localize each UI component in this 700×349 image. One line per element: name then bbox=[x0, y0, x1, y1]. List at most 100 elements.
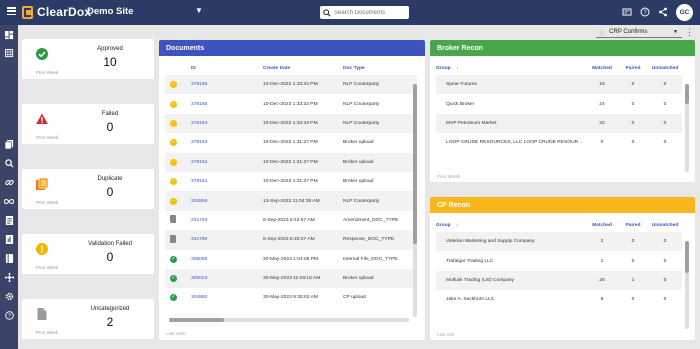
doc-type-cell: Internal File_DOC_TYPE bbox=[343, 256, 398, 262]
table-row[interactable]: Jake A. Sackhorn LLC 8 0 0 bbox=[436, 290, 682, 309]
doc-type-cell: NLP Couterparty bbox=[343, 101, 380, 107]
column-header-create-date[interactable]: Create Date bbox=[263, 62, 343, 75]
table-row[interactable]: Valerian Marketing and Supply Company 2 0 0 bbox=[436, 232, 682, 252]
caret-down-icon[interactable]: ▼ bbox=[195, 6, 203, 15]
create-date-cell: 30-May-2023 11:29:16 AM bbox=[263, 268, 343, 289]
more-options-icon[interactable]: ⋮ bbox=[685, 27, 694, 38]
search-icon[interactable] bbox=[4, 159, 14, 169]
group-header-label: Group bbox=[436, 223, 451, 228]
document-id-link[interactable]: 304982 bbox=[191, 288, 263, 307]
paired-cell: 0 bbox=[631, 297, 635, 303]
document-id-link[interactable]: 378186 bbox=[191, 75, 263, 95]
stat-card-failed[interactable]: Failed 0 Prior Week bbox=[22, 104, 154, 144]
stat-card-uncategorized[interactable]: Uncategorized 2 Prior Week bbox=[22, 299, 154, 339]
table-row[interactable]: Quick Broker 24 0 0 bbox=[436, 94, 682, 113]
news-icon[interactable] bbox=[622, 7, 632, 17]
documents-icon[interactable] bbox=[4, 140, 14, 150]
create-date-cell: 30-May-2023 9:35:02 AM bbox=[263, 295, 318, 301]
table-row[interactable]: − 378185 10-Dec-2023 1:33:33 PM NLP Couterp… bbox=[165, 94, 417, 113]
column-header-paired[interactable]: Paired bbox=[618, 219, 648, 232]
table-row[interactable]: Spear Futures 18 0 0 bbox=[436, 75, 682, 95]
table-row[interactable]: 331790 6-Sep-2023 8:40:37 AM Response_DOC_… bbox=[165, 230, 417, 250]
sort-down-icon[interactable]: ↓ bbox=[456, 66, 458, 71]
table-row[interactable]: − 378181 10-Dec-2023 1:31:27 PM Broker uplo… bbox=[165, 172, 417, 191]
cp-recon-scrollbar[interactable] bbox=[685, 241, 689, 329]
document-id-link[interactable]: 305055 bbox=[191, 250, 263, 269]
top-bar: ClearDox Demo Site ▼ ? GC bbox=[0, 0, 700, 25]
create-date-cell: 10-Dec-2023 1:31:27 PM bbox=[263, 140, 318, 146]
matched-cell: 32 bbox=[586, 113, 618, 134]
documents-vertical-scrollbar[interactable] bbox=[413, 84, 417, 317]
table-row[interactable]: − 378184 10-Dec-2023 1:33:33 PM NLP Couterp… bbox=[165, 113, 417, 134]
stat-label: Failed bbox=[101, 111, 119, 117]
column-header-unmatched[interactable]: Unmatched bbox=[648, 219, 682, 232]
avatar[interactable]: GC bbox=[676, 4, 693, 21]
table-row[interactable]: − 378183 10-Dec-2023 1:31:27 PM Broker uplo… bbox=[165, 133, 417, 152]
status-cell: − bbox=[165, 94, 191, 113]
document-id-link[interactable]: 305023 bbox=[191, 268, 263, 289]
form-icon[interactable] bbox=[4, 216, 14, 226]
network-icon[interactable] bbox=[4, 272, 14, 283]
dashboard-icon[interactable] bbox=[4, 31, 14, 41]
unmatched-cell: 0 bbox=[648, 270, 682, 291]
help-icon[interactable]: ? bbox=[640, 7, 650, 17]
search-box[interactable] bbox=[320, 6, 409, 19]
link-icon[interactable] bbox=[4, 178, 14, 188]
search-input[interactable] bbox=[334, 9, 408, 16]
column-header-paired[interactable]: Paired bbox=[618, 62, 648, 75]
book-icon[interactable] bbox=[4, 254, 14, 264]
matched-cell: 2 bbox=[586, 232, 618, 252]
broker-recon-panel: Broker Recon Group ↓ Matched Paired Unma… bbox=[430, 40, 695, 182]
document-id-link[interactable]: 331794 bbox=[191, 211, 263, 230]
broker-recon-scrollbar[interactable] bbox=[685, 84, 689, 172]
table-row[interactable]: Trafalgar Trading LLC 1 0 0 bbox=[436, 251, 682, 270]
column-header-unmatched[interactable]: Unmatched bbox=[648, 62, 682, 75]
column-header-id[interactable]: ID bbox=[191, 62, 263, 75]
document-id-link[interactable]: 378185 bbox=[191, 94, 263, 113]
share-icon[interactable] bbox=[658, 7, 668, 17]
column-header-matched[interactable]: Matched bbox=[586, 62, 618, 75]
status-cell bbox=[165, 230, 191, 250]
document-id-link[interactable]: 378184 bbox=[191, 113, 263, 134]
workflow-select[interactable]: ☆ CRP Confirms ▼ bbox=[596, 27, 682, 38]
settings-icon[interactable] bbox=[4, 292, 14, 302]
star-icon[interactable]: ☆ bbox=[598, 28, 605, 37]
site-name[interactable]: Demo Site bbox=[87, 6, 133, 17]
doc-type-cell: NLP Couterparty bbox=[343, 75, 417, 95]
paired-cell: 0 bbox=[631, 258, 635, 264]
column-header-matched[interactable]: Matched bbox=[586, 219, 618, 232]
table-row[interactable]: − 378182 10-Dec-2023 1:31:27 PM Broker uplo… bbox=[165, 152, 417, 172]
document-id-link[interactable]: 378183 bbox=[191, 133, 263, 152]
grid-icon[interactable] bbox=[4, 49, 14, 59]
menu-icon[interactable] bbox=[7, 7, 16, 16]
table-row[interactable]: 331794 6-Sep-2023 8:42:57 AM Amendment_DOC… bbox=[165, 211, 417, 230]
table-row[interactable]: ✓ 305055 30-May-2023 1:04:05 PM Internal Fi… bbox=[165, 250, 417, 269]
reports-icon[interactable] bbox=[4, 235, 14, 245]
stat-card-duplicate[interactable]: Duplicate 0 Prior Week bbox=[22, 169, 154, 209]
table-row[interactable]: − 334866 13-Sep-2023 11:04:38 AM NLP Couter… bbox=[165, 191, 417, 211]
table-row[interactable]: ✓ 304982 30-May-2023 9:35:02 AM CP upload bbox=[165, 288, 417, 307]
cp-recon-table: Group ↓ Matched Paired Unmatched Valeria… bbox=[436, 219, 682, 310]
document-id-link[interactable]: 331790 bbox=[191, 230, 263, 250]
table-row[interactable]: ✓ 305023 30-May-2023 11:29:16 AM Broker upl… bbox=[165, 268, 417, 289]
infinity-icon[interactable] bbox=[4, 197, 14, 207]
document-id-link[interactable]: 334866 bbox=[191, 191, 263, 211]
help-icon[interactable]: ? bbox=[4, 311, 14, 321]
stat-card-approved[interactable]: Approved 10 Prior Week bbox=[22, 39, 154, 79]
app-name: ClearDox bbox=[37, 5, 92, 19]
stat-card-validation-failed[interactable]: Validation Failed 0 Prior Week bbox=[22, 234, 154, 274]
column-header-group[interactable]: Group ↓ bbox=[436, 62, 586, 75]
logo[interactable]: ClearDox bbox=[22, 5, 91, 19]
table-row[interactable]: − 378186 10-Dec-2023 1:33:34 PM NLP Couterp… bbox=[165, 75, 417, 95]
document-id-link[interactable]: 378182 bbox=[191, 152, 263, 172]
table-row[interactable]: LOOP CRUDE RESOURCES, LLC LOOP CRUDE RES… bbox=[436, 133, 682, 152]
stat-label: Duplicate bbox=[97, 176, 123, 182]
document-id-link[interactable]: 378181 bbox=[191, 172, 263, 191]
cp-recon-panel: CP Recon Group ↓ Matched Paired Unmatche… bbox=[430, 197, 695, 340]
table-row[interactable]: Mollusk Trading (US) Company 26 1 0 bbox=[436, 270, 682, 291]
column-header-group[interactable]: Group ↓ bbox=[436, 219, 586, 232]
table-row[interactable]: MVP Petroleum Market 32 0 0 bbox=[436, 113, 682, 134]
sort-down-icon[interactable]: ↓ bbox=[456, 223, 458, 228]
documents-horizontal-scrollbar[interactable] bbox=[169, 318, 409, 322]
column-header-doc-type[interactable]: Doc Type bbox=[343, 62, 417, 75]
